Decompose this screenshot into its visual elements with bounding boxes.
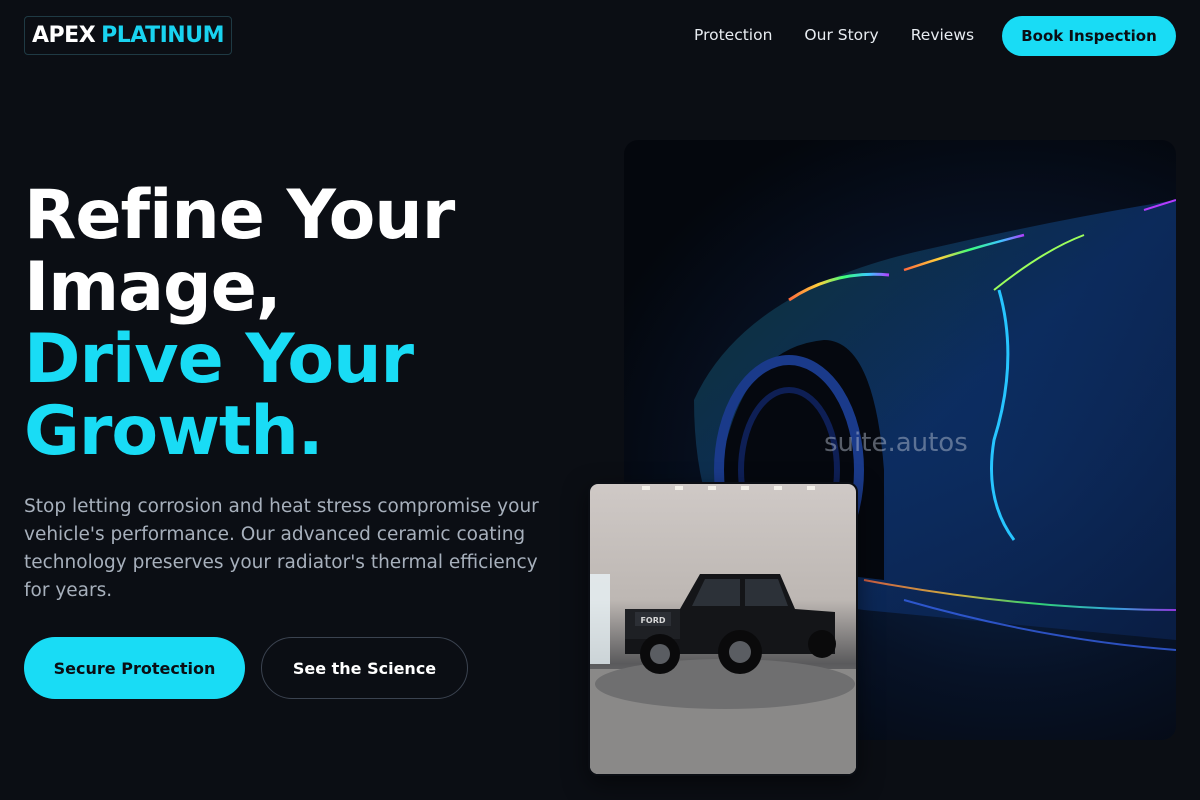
- headline-line-4: Growth.: [24, 392, 324, 471]
- hero-subtitle: Stop letting corrosion and heat stress c…: [24, 496, 539, 601]
- hero-headline: Refine Your Image, Drive Your Growth.: [24, 176, 455, 471]
- brand-name-part1: APEX: [32, 23, 96, 48]
- secure-protection-button[interactable]: Secure Protection: [24, 637, 245, 699]
- nav-item-protection[interactable]: Protection: [694, 26, 772, 44]
- main-nav: Protection Our Story Reviews: [694, 26, 974, 44]
- truck-showroom-image: FORD: [588, 482, 858, 776]
- brand-logo[interactable]: APEX PLATINUM: [24, 16, 232, 55]
- nav-item-our-story[interactable]: Our Story: [804, 26, 878, 44]
- brand-name-part2: PLATINUM: [101, 23, 224, 48]
- headline-line-3: Drive Your: [24, 320, 414, 399]
- see-the-science-button[interactable]: See the Science: [261, 637, 468, 699]
- headline-line-2: Image,: [24, 248, 282, 327]
- book-inspection-button[interactable]: Book Inspection: [1002, 16, 1176, 56]
- truck-grille-badge: FORD: [640, 616, 665, 625]
- truck-illustration: FORD: [590, 486, 856, 774]
- headline-line-1: Refine Your: [24, 176, 455, 255]
- nav-item-reviews[interactable]: Reviews: [911, 26, 974, 44]
- watermark-text: suite.autos: [824, 428, 968, 458]
